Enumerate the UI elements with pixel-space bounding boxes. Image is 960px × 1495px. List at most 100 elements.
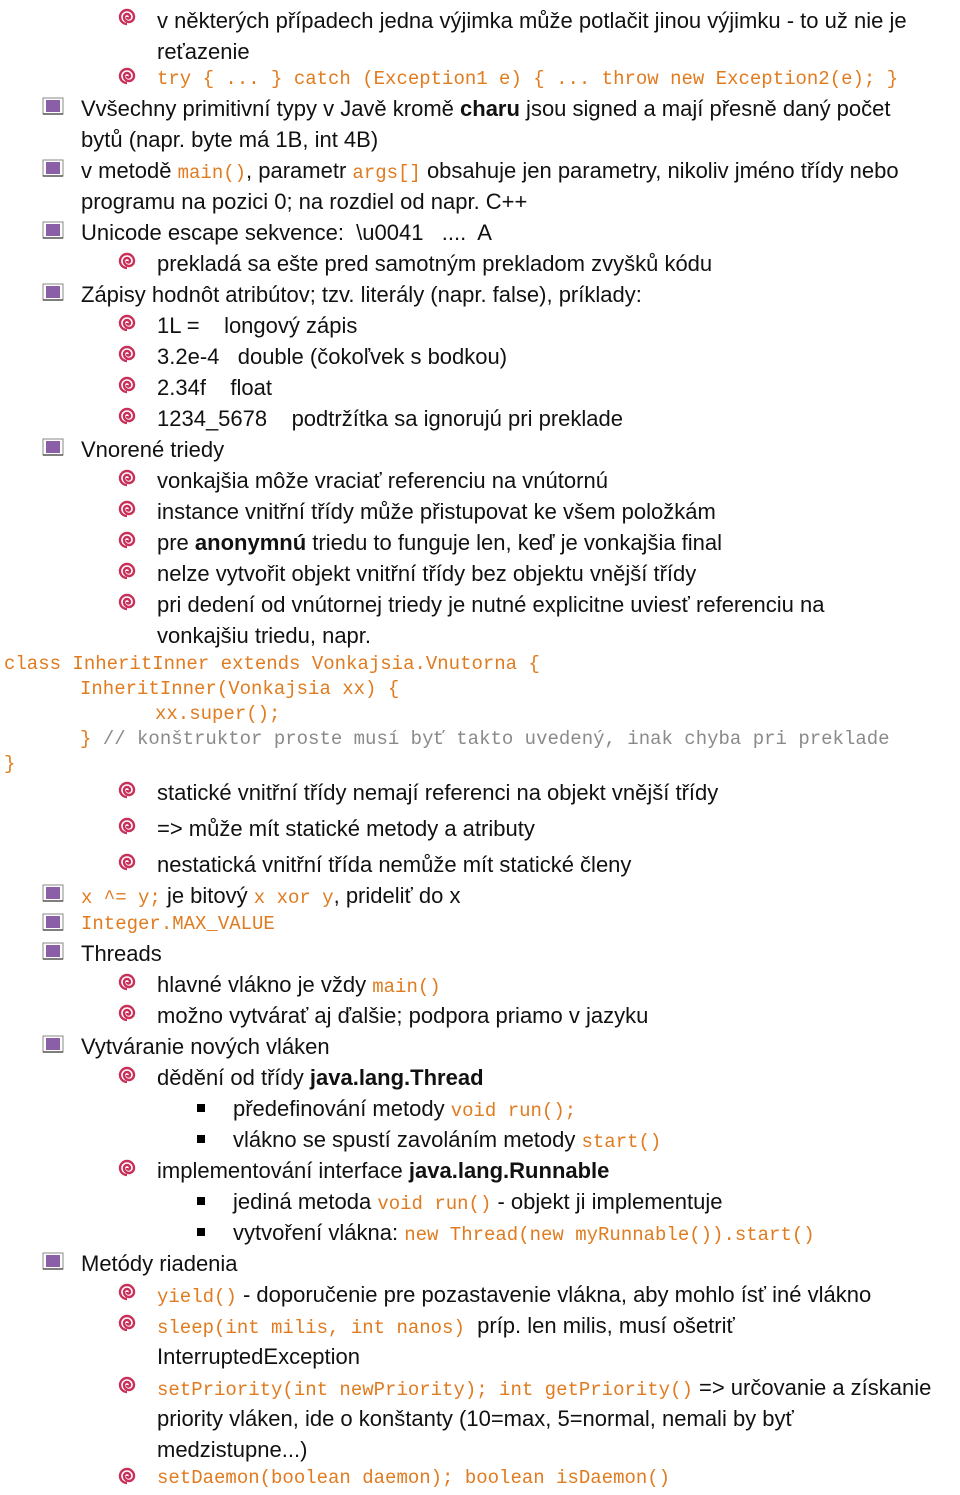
text: pre [157, 530, 195, 555]
list-item: dědění od třídy java.lang.Thread [157, 1062, 484, 1093]
text: implementování interface [157, 1158, 409, 1183]
code-line: InheritInner(Vonkajsia xx) { [80, 678, 400, 700]
swirl-bullet-icon [117, 972, 137, 992]
list-item: Vvšechny primitivní typy v Javě kromě ch… [81, 93, 891, 124]
square-bullet-icon [42, 159, 64, 177]
list-item: instance vnitřní třídy může přistupovat … [157, 499, 716, 524]
code-inline: start() [581, 1131, 662, 1153]
list-item: setPriority(int newPriority); int getPri… [157, 1372, 931, 1406]
square-small-bullet-icon [197, 1228, 205, 1236]
code-line: } [4, 753, 16, 775]
list-item: možno vytvárať aj ďalšie; podpora priamo… [157, 1003, 649, 1028]
bold-text: charu [460, 96, 520, 121]
swirl-bullet-icon [117, 1003, 137, 1023]
bold-text: java.lang.Thread [309, 1065, 484, 1090]
swirl-bullet-icon [117, 592, 137, 612]
code-snippet: setDaemon(boolean daemon); boolean isDae… [157, 1467, 671, 1489]
text: vlákno se spustí zavoláním metody [233, 1127, 582, 1152]
list-item-continuation: medzistupne...) [157, 1437, 308, 1462]
square-bullet-icon [42, 1035, 64, 1053]
square-small-bullet-icon [197, 1104, 205, 1112]
square-bullet-icon [42, 97, 64, 115]
list-item: předefinování metody void run(); [233, 1093, 576, 1127]
code-inline: main() [177, 162, 247, 184]
swirl-bullet-icon [117, 1375, 137, 1395]
square-bullet-icon [42, 913, 64, 931]
text: předefinování metody [233, 1096, 451, 1121]
text: triedu to funguje len, keď je vonkajšia … [306, 530, 723, 555]
list-item: sleep(int milis, int nanos) príp. len mi… [157, 1310, 735, 1344]
code-inline: new Thread(new myRunnable()).start() [404, 1224, 815, 1246]
list-item: vlákno se spustí zavoláním metody start(… [233, 1124, 661, 1158]
bold-text: java.lang.Runnable [408, 1158, 610, 1183]
text: , prideliť do x [333, 883, 461, 908]
list-item: 2.34f float [157, 375, 272, 400]
text: hlavné vlákno je vždy [157, 972, 373, 997]
swirl-bullet-icon [117, 1313, 137, 1333]
text: jediná metoda [233, 1189, 378, 1214]
list-item: Threads [81, 941, 162, 966]
swirl-bullet-icon [117, 816, 137, 836]
text: - doporučenie pre pozastavenie vlákna, a… [236, 1282, 872, 1307]
list-item: pre anonymnú triedu to funguje len, keď … [157, 527, 722, 558]
text: je bitový [160, 883, 254, 908]
text: jsou signed a mají přesně daný počet [519, 96, 891, 121]
code-inline: sleep(int milis, int nanos) [157, 1317, 465, 1339]
swirl-bullet-icon [117, 251, 137, 271]
swirl-bullet-icon [117, 1466, 137, 1486]
swirl-bullet-icon [117, 499, 137, 519]
code-text: } [80, 728, 103, 750]
list-item: implementování interface java.lang.Runna… [157, 1155, 609, 1186]
swirl-bullet-icon [117, 530, 137, 550]
list-item: nestatická vnitřní třída nemůže mít stat… [157, 852, 632, 877]
text: dědění od třídy [157, 1065, 310, 1090]
text: v metodě [81, 158, 178, 183]
list-item: pri dedení od vnútornej triedy je nutné … [157, 592, 825, 617]
square-small-bullet-icon [197, 1197, 205, 1205]
swirl-bullet-icon [117, 313, 137, 333]
swirl-bullet-icon [117, 852, 137, 872]
square-bullet-icon [42, 283, 64, 301]
list-item-continuation: priority vláken, ide o konštanty (10=max… [157, 1406, 794, 1431]
swirl-bullet-icon [117, 1158, 137, 1178]
text: obsahuje jen parametry, nikoliv jméno tř… [420, 158, 899, 183]
list-item: prekladá sa ešte pred samotným prekladom… [157, 251, 713, 276]
list-item: Zápisy hodnôt atribútov; tzv. literály (… [81, 282, 642, 307]
code-line: } // konštruktor proste musí byť takto u… [80, 727, 890, 752]
list-item: statické vnitřní třídy nemají referenci … [157, 780, 719, 805]
code-inline: x xor y [253, 887, 334, 909]
swirl-bullet-icon [117, 66, 137, 86]
swirl-bullet-icon [117, 780, 137, 800]
code-inline: setPriority(int newPriority); int getPri… [157, 1379, 693, 1401]
text: => určovanie a získanie [692, 1375, 932, 1400]
swirl-bullet-icon [117, 406, 137, 426]
swirl-bullet-icon [117, 468, 137, 488]
list-item-continuation: reťazenie [157, 39, 250, 64]
list-item: 1234_5678 podtržítka sa ignorujú pri pre… [157, 406, 623, 431]
code-inline: void run() [377, 1193, 492, 1215]
list-item: hlavné vlákno je vždy main() [157, 969, 441, 1003]
text: Vvšechny primitivní typy v Javě kromě [81, 96, 461, 121]
list-item-continuation: InterruptedException [157, 1344, 361, 1369]
list-item: => může mít statické metody a atributy [157, 816, 535, 841]
text: - objekt ji implementuje [491, 1189, 723, 1214]
code-comment: // konštruktor proste musí byť takto uve… [102, 728, 890, 750]
code-line: xx.super(); [155, 703, 281, 725]
list-item-continuation: bytů (napr. byte má 1B, int 4B) [81, 127, 379, 152]
bold-text: anonymnú [194, 530, 307, 555]
list-item: 1L = longový zápis [157, 313, 358, 338]
list-item-continuation: programu na pozici 0; na rozdiel od napr… [81, 189, 528, 214]
square-small-bullet-icon [197, 1135, 205, 1143]
square-bullet-icon [42, 942, 64, 960]
code-snippet: try { ... } catch (Exception1 e) { ... t… [157, 68, 899, 90]
list-item: v metodě main(), parametr args[] obsahuj… [81, 155, 899, 189]
square-bullet-icon [42, 438, 64, 456]
list-item: yield() - doporučenie pre pozastavenie v… [157, 1279, 871, 1313]
code-inline: main() [372, 976, 441, 998]
square-bullet-icon [42, 221, 64, 239]
list-item: jediná metoda void run() - objekt ji imp… [233, 1186, 722, 1220]
code-line: class InheritInner extends Vonkajsia.Vnu… [4, 653, 540, 675]
code-inline: x ^= y; [81, 887, 161, 909]
text: vytvoření vlákna: [233, 1220, 405, 1245]
list-item: v některých případech jedna výjimka může… [157, 8, 907, 33]
